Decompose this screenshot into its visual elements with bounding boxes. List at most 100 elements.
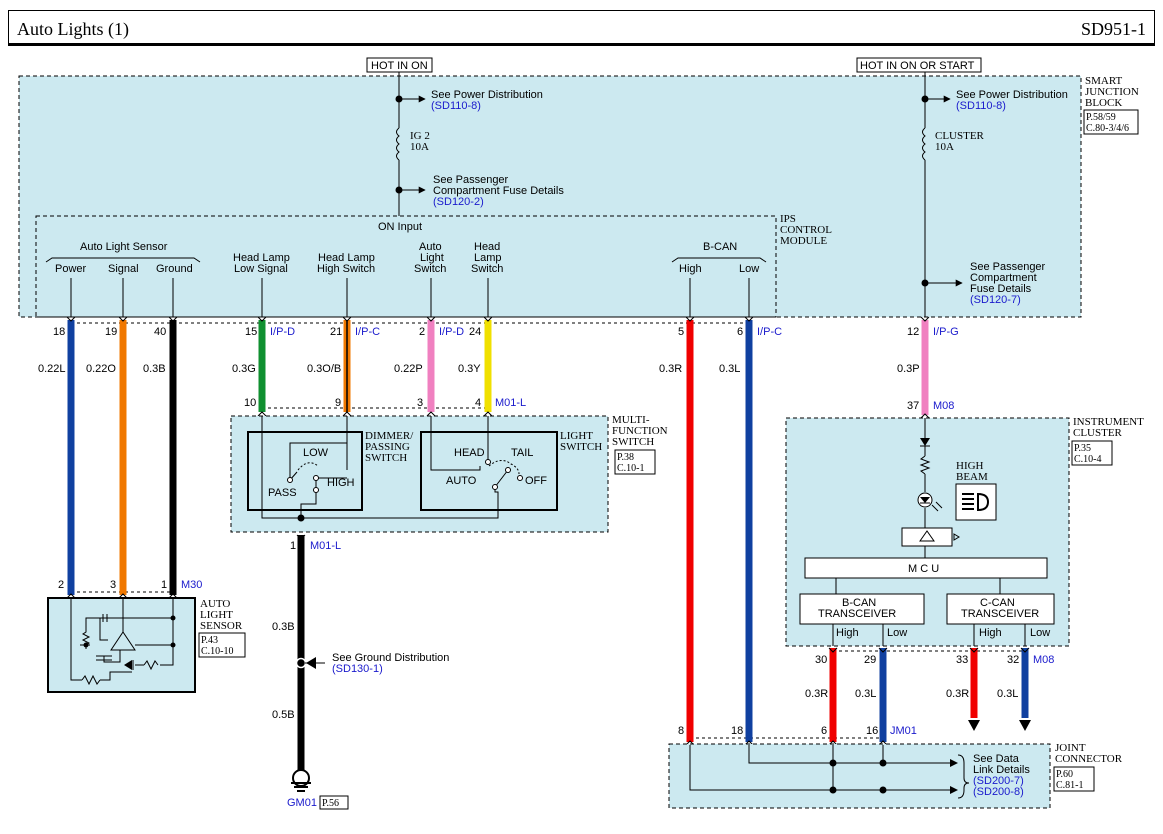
hot-in-on-label: HOT IN ON: [371, 60, 428, 72]
pin-40: 40: [154, 326, 166, 338]
sensor-pin-1: 1: [161, 579, 167, 591]
wire-label-03g: 0.3G: [232, 363, 256, 375]
wire-label-bcan-r: 0.3R: [805, 688, 828, 700]
wire-label-022l: 0.22L: [38, 363, 66, 375]
cluster-pin-33: 33: [956, 654, 968, 666]
sensor-node-3: [83, 642, 89, 648]
ls-contact-off: [517, 475, 523, 481]
pin-6: 6: [737, 326, 743, 338]
als-page: P.43: [201, 635, 218, 646]
pin-label-auto-3: Switch: [414, 263, 446, 275]
cluster-ccan-low: Low: [1030, 627, 1050, 639]
wiring-diagram: SMART JUNCTION BLOCK P.58/59 C.80-3/4/6 …: [18, 57, 1144, 810]
light-switch-label-2: SWITCH: [560, 441, 602, 453]
ls-off: OFF: [525, 475, 547, 487]
ls-head: HEAD: [454, 447, 485, 459]
pin-label-hl-high-2: High Switch: [317, 263, 375, 275]
pin-label-head-3: Switch: [471, 263, 503, 275]
cluster-conn-m08: M08: [933, 400, 954, 412]
joint-label-2: CONNECTOR: [1055, 753, 1123, 765]
sensor-pin-3: 3: [110, 579, 116, 591]
dimmer-contact-1: [287, 477, 293, 483]
fuse-cluster-amp: 10A: [935, 141, 954, 153]
mfs-pin-9: 9: [335, 397, 341, 409]
ls-tail: TAIL: [511, 447, 533, 459]
pin-label-hl-low-2: Low Signal: [234, 263, 288, 275]
bcan-transceiver-2: TRANSCEIVER: [818, 608, 896, 620]
wire-label-bcan-l: 0.3L: [855, 688, 876, 700]
joint-pin-16: 16: [866, 725, 878, 737]
cluster-pin-29: 29: [864, 654, 876, 666]
ground-conn-m01l: M01-L: [310, 540, 341, 552]
joint-connector-ref: C.81-1: [1056, 780, 1084, 791]
mfs-pin-4: 4: [475, 397, 481, 409]
pin-19: 19: [105, 326, 117, 338]
mfs-pin-3: 3: [417, 397, 423, 409]
cluster-connector: C.10-4: [1074, 454, 1102, 465]
conn-ipd-1: I/P-D: [270, 326, 295, 338]
wire-label-03y: 0.3Y: [458, 363, 481, 375]
cluster-bcan-low: Low: [887, 627, 907, 639]
dimmer-low: LOW: [303, 447, 329, 459]
sjb-label-3: BLOCK: [1085, 97, 1122, 109]
cluster-ccan-high: High: [979, 627, 1002, 639]
conn-ipc-2: I/P-C: [757, 326, 782, 338]
cluster-bcan-high: High: [836, 627, 859, 639]
data-link-ref-2: (SD200-8): [973, 786, 1024, 798]
pin-24: 24: [469, 326, 481, 338]
wire-label-ccan-l: 0.3L: [997, 688, 1018, 700]
ls-contact-head: [485, 459, 491, 465]
joint-pin-6: 6: [821, 725, 827, 737]
pin-21: 21: [330, 326, 342, 338]
fuse-ig2-amp: 10A: [410, 141, 429, 153]
pin-12: 12: [907, 326, 919, 338]
joint-splice-4: [879, 759, 887, 767]
sensor-node-2: [170, 642, 176, 648]
dimmer-pass: PASS: [268, 487, 297, 499]
ccan-transceiver-2: TRANSCEIVER: [961, 608, 1039, 620]
ips-label-3: MODULE: [780, 235, 827, 247]
pin-label-high: High: [679, 263, 702, 275]
mfs-pin-10: 10: [244, 397, 256, 409]
joint-pin-8: 8: [678, 725, 684, 737]
pin-2: 2: [419, 326, 425, 338]
wire-label-022o: 0.22O: [86, 363, 116, 375]
gm01-page: P.56: [322, 798, 339, 809]
power-ref-2: (SD110-8): [956, 100, 1006, 112]
wire-label-03b: 0.3B: [143, 363, 166, 375]
joint-pin-18: 18: [731, 725, 743, 737]
joint-splice-3: [829, 786, 837, 794]
ground-gm01: GM01: [287, 797, 317, 809]
cluster-label-2: CLUSTER: [1073, 427, 1123, 439]
ground-pin-1: 1: [290, 540, 296, 552]
wire-label-022p: 0.22P: [394, 363, 423, 375]
multi-function-switch-box: [230, 415, 609, 533]
ground-wire-03b: 0.3B: [272, 621, 295, 633]
dimmer-contact-3: [313, 487, 319, 493]
ground-symbol-icon: [291, 769, 311, 792]
mfs-page: P.38: [617, 452, 634, 463]
joint-splice-2: [879, 786, 887, 794]
on-input-label: ON Input: [378, 221, 422, 233]
dimmer-label-3: SWITCH: [365, 452, 407, 464]
high-beam-icon: [955, 483, 997, 521]
ls-auto: AUTO: [446, 475, 477, 487]
pin-18: 18: [53, 326, 65, 338]
cluster-pin-32: 32: [1007, 654, 1019, 666]
als-label-3: SENSOR: [200, 620, 243, 632]
mfs-label-3: SWITCH: [612, 436, 654, 448]
wire-label-03r: 0.3R: [659, 363, 682, 375]
wire-label-03ob: 0.3O/B: [307, 363, 341, 375]
sjb-connector: C.80-3/4/6: [1086, 123, 1129, 134]
joint-page: P.60: [1056, 769, 1073, 780]
cluster-pin-30: 30: [815, 654, 827, 666]
pin-label-power: Power: [55, 263, 87, 275]
ground-dist-arrow-icon: [306, 657, 316, 669]
ground-splice: [295, 657, 307, 669]
ground-ref: (SD130-1): [332, 663, 383, 675]
wire-label-ccan-r: 0.3R: [946, 688, 969, 700]
joint-splice-1: [829, 759, 837, 767]
wire-label-03l: 0.3L: [719, 363, 740, 375]
dimmer-high: HIGH: [327, 477, 355, 489]
off-page-arrow-icon: [968, 720, 1031, 731]
